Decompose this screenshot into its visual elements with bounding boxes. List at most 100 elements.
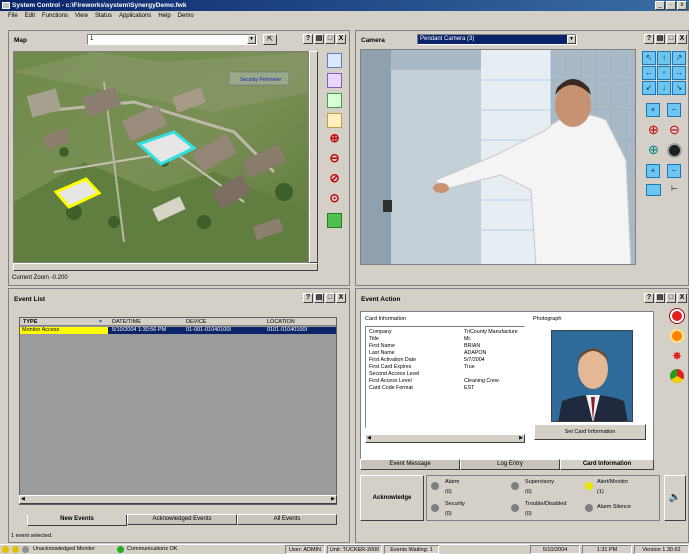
tab-all-events[interactable]: All Events [237, 514, 337, 525]
tab-card-information[interactable]: Card Information [560, 459, 654, 470]
layer-properties-icon[interactable] [327, 113, 342, 128]
map-close-button[interactable]: X [336, 34, 346, 44]
zoom-out-icon[interactable]: ⊖ [327, 151, 342, 166]
event-action-help-button[interactable]: ? [644, 293, 654, 303]
pan-up-right-icon[interactable]: ↗ [672, 51, 686, 65]
scroll-right-icon[interactable]: ▶ [519, 435, 523, 441]
camera-video-feed[interactable] [360, 49, 636, 265]
version-status: Version 1.30.62 [634, 545, 689, 554]
column-type[interactable]: TYPE [23, 319, 37, 325]
trouble-disabled-count: (0) [525, 511, 532, 517]
zoom-in-icon[interactable]: ⊕ [646, 123, 661, 138]
zoom-window-icon[interactable]: ⊘ [327, 171, 342, 186]
camera-pointer-icon[interactable]: ⊢ [667, 184, 682, 196]
zoom-reset-icon[interactable]: ⊙ [327, 191, 342, 206]
layer-list-icon[interactable] [327, 73, 342, 88]
iris-open-icon[interactable]: + [646, 103, 660, 117]
camera-panel: Camera Pendant Camera (3) ▼ ? ▤ □ X ↖ ↑ … [355, 30, 689, 286]
map-fit-icon[interactable] [327, 213, 342, 228]
speaker-icon[interactable]: 🔈 [664, 475, 686, 521]
zoom-out-icon[interactable]: ⊖ [667, 123, 682, 138]
set-card-information-button[interactable]: Set Card Information [534, 424, 646, 440]
map-label-security-perimeter[interactable]: Security Perimeter [240, 77, 281, 83]
pan-up-left-icon[interactable]: ↖ [642, 51, 656, 65]
event-list-help-button[interactable]: ? [303, 293, 313, 303]
tab-log-entry[interactable]: Log Entry [460, 459, 560, 470]
event-list-maximize-button[interactable]: □ [325, 293, 335, 303]
speed-down-icon[interactable]: − [667, 164, 681, 178]
event-list-grid-button[interactable]: ▤ [314, 293, 324, 303]
pan-down-left-icon[interactable]: ↙ [642, 81, 656, 95]
menu-edit[interactable]: Edit [25, 13, 35, 22]
menu-functions[interactable]: Functions [42, 13, 68, 22]
camera-maximize-button[interactable]: □ [666, 34, 676, 44]
map-go-button[interactable]: ⇱ [263, 34, 277, 45]
focus-far-icon[interactable] [667, 143, 682, 158]
event-action-close-button[interactable]: X [677, 293, 687, 303]
map-grid-button[interactable]: ▤ [314, 34, 324, 44]
menu-file[interactable]: File [8, 13, 18, 22]
map-help-button[interactable]: ? [303, 34, 313, 44]
iris-close-icon[interactable]: − [667, 103, 681, 117]
camera-close-button[interactable]: X [677, 34, 687, 44]
alarm-siren-icon[interactable]: ✸ [670, 349, 684, 363]
camera-panel-title: Camera [361, 37, 385, 44]
event-table-scrollbar[interactable]: ◀ ▶ [19, 495, 337, 504]
event-action-grid-button[interactable]: ▤ [655, 293, 665, 303]
pan-down-right-icon[interactable]: ↘ [672, 81, 686, 95]
restore-button[interactable]: · [666, 1, 676, 10]
pan-left-icon[interactable]: ← [642, 66, 656, 80]
map-maximize-button[interactable]: □ [325, 34, 335, 44]
menu-demo[interactable]: Demo [178, 13, 194, 22]
camera-help-button[interactable]: ? [644, 34, 654, 44]
camera-select[interactable]: Pendant Camera (3) ▼ [417, 34, 577, 45]
menu-status[interactable]: Status [95, 13, 112, 22]
alert-monitor-label: Alert/Monitor [597, 479, 629, 485]
event-action-maximize-button[interactable]: □ [666, 293, 676, 303]
column-device[interactable]: DEVICE [186, 319, 206, 325]
pan-right-icon[interactable]: → [672, 66, 686, 80]
map-select[interactable]: 1 ▼ [87, 34, 257, 45]
map-view[interactable]: Security Perimeter [13, 51, 309, 263]
camera-grid-button[interactable]: ▤ [655, 34, 665, 44]
tab-acknowledged-events[interactable]: Acknowledged Events [127, 514, 237, 525]
scroll-left-icon[interactable]: ◀ [367, 435, 371, 441]
map-panel-title: Map [14, 37, 27, 44]
card-fields-scrollbar[interactable]: ◀ ▶ [365, 434, 525, 443]
event-device-cell: 01-001-01040100I [186, 327, 231, 333]
tab-new-events[interactable]: New Events [27, 515, 127, 526]
event-table: TYPE DATE/TIME DEVICE LOCATION ▼ Monitor… [19, 317, 337, 505]
map-vertical-scrollbar[interactable] [309, 51, 318, 263]
tab-event-message[interactable]: Event Message [360, 459, 460, 470]
preset-icon[interactable] [646, 184, 661, 196]
map-horizontal-scrollbar[interactable] [13, 263, 318, 271]
zoom-in-icon[interactable]: ⊕ [327, 131, 342, 146]
chevron-down-icon[interactable]: ▼ [247, 35, 256, 44]
close-button[interactable]: x [677, 1, 687, 10]
date-status: 5/10/2004 [530, 545, 580, 554]
status-lights-icon[interactable] [670, 369, 684, 383]
speed-up-icon[interactable]: + [646, 164, 660, 178]
scroll-left-icon[interactable]: ◀ [21, 496, 25, 502]
disable-icon[interactable] [670, 329, 684, 343]
column-location[interactable]: LOCATION [267, 319, 295, 325]
menu-help[interactable]: Help [158, 13, 170, 22]
photograph-label: Photograph [533, 316, 562, 322]
trouble-disabled-label: Trouble/Disabled [525, 501, 567, 507]
menu-view[interactable]: View [75, 13, 88, 22]
event-list-close-button[interactable]: X [336, 293, 346, 303]
tilt-up-icon[interactable]: ↑ [657, 51, 671, 65]
menu-applications[interactable]: Applications [119, 13, 151, 22]
minimize-button[interactable]: _ [655, 1, 665, 10]
stop-alarm-icon[interactable] [670, 309, 684, 323]
home-position-icon[interactable]: ▫ [657, 66, 671, 80]
table-row[interactable]: Monitor Access 5/10/2004 1:30:56 PM 01-0… [20, 327, 336, 334]
layer-edit-icon[interactable] [327, 93, 342, 108]
tilt-down-icon[interactable]: ↓ [657, 81, 671, 95]
acknowledge-button[interactable]: Acknowledge [360, 475, 424, 521]
focus-near-icon[interactable]: ⊕ [646, 143, 661, 158]
chevron-down-icon[interactable]: ▼ [567, 35, 576, 44]
scroll-right-icon[interactable]: ▶ [331, 496, 335, 502]
layer-toolbar-icon[interactable] [327, 53, 342, 68]
column-date-time[interactable]: DATE/TIME [112, 319, 141, 325]
